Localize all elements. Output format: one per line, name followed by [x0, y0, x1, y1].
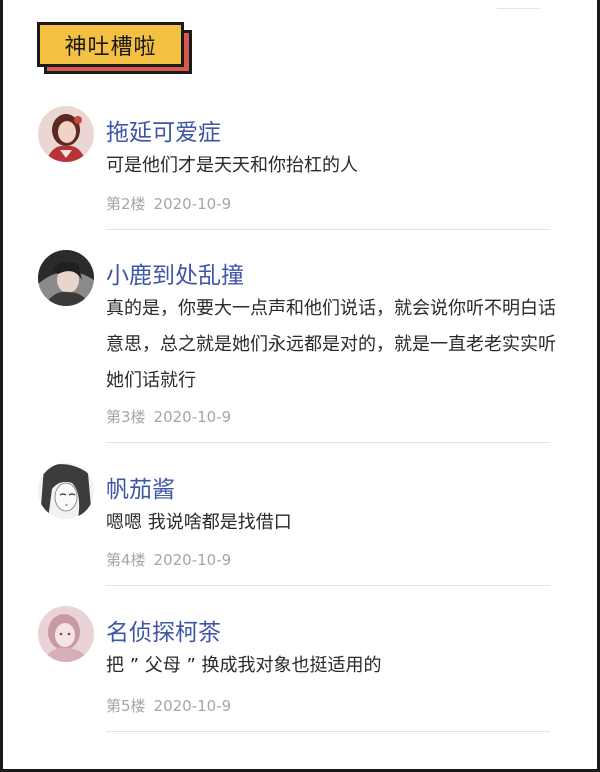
- divider: [106, 229, 550, 230]
- comment-text: 嗯嗯 我说啥都是找借口: [106, 512, 292, 533]
- divider: [106, 585, 550, 586]
- comment-text: 可是他们才是天天和你抬杠的人: [106, 155, 358, 176]
- avatar[interactable]: [38, 250, 94, 306]
- avatar[interactable]: [38, 463, 94, 519]
- comment-text: 真的是，你要大一点声和他们说话，就会说你听不明白话意思，总之就是她们永远都是对的…: [106, 298, 556, 391]
- comment-date: 2020-10-9: [153, 551, 232, 569]
- username[interactable]: 拖延可爱症: [106, 113, 221, 147]
- floor-number: 第4楼: [106, 551, 146, 569]
- top-divider: [497, 8, 541, 9]
- comment-date: 2020-10-9: [153, 195, 232, 213]
- comment-date: 2020-10-9: [153, 697, 232, 715]
- username[interactable]: 名侦探柯茶: [106, 613, 221, 647]
- username[interactable]: 小鹿到处乱撞: [106, 256, 244, 290]
- comment-meta: 第4楼 2020-10-9: [106, 549, 231, 570]
- divider: [106, 731, 550, 732]
- comment-text: 把 ” 父母 ” 换成我对象也挺适用的: [106, 655, 382, 676]
- comment-meta: 第2楼 2020-10-9: [106, 193, 231, 214]
- floor-number: 第3楼: [106, 408, 146, 426]
- section-tag: 神吐槽啦: [37, 22, 184, 67]
- username[interactable]: 帆茄酱: [106, 470, 175, 504]
- divider: [106, 442, 550, 443]
- avatar[interactable]: [38, 606, 94, 662]
- avatar[interactable]: [38, 106, 94, 162]
- comment-meta: 第5楼 2020-10-9: [106, 695, 231, 716]
- comment-meta: 第3楼 2020-10-9: [106, 406, 231, 427]
- floor-number: 第5楼: [106, 697, 146, 715]
- floor-number: 第2楼: [106, 195, 146, 213]
- comment-date: 2020-10-9: [153, 408, 232, 426]
